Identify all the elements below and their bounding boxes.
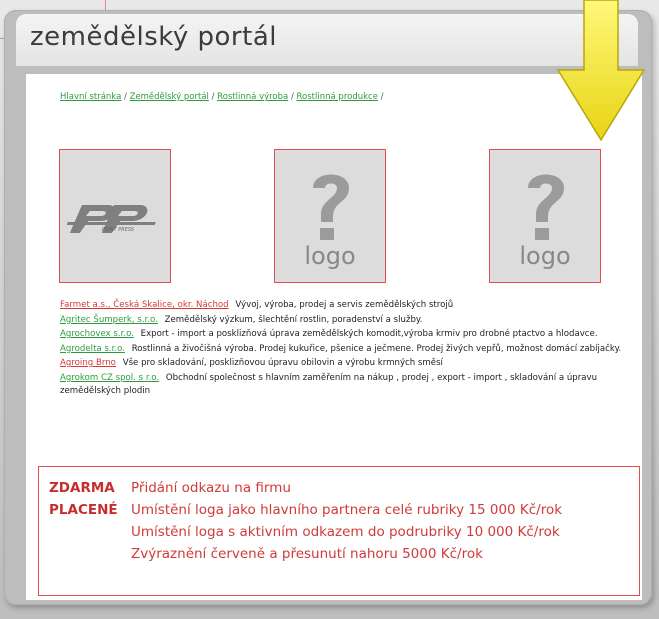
- pricing-box: ZDARMA Přidání odkazu na firmu PLACENÉ Umí…: [38, 466, 640, 596]
- pp-logo-icon: PRINT PRESS: [66, 205, 156, 233]
- partner-logo-print-press[interactable]: PRINT PRESS: [59, 149, 171, 283]
- pricing-row-paid: Umístění loga s aktivním odkazem do podr…: [131, 521, 560, 543]
- list-item: Agritec Šumperk, s.r.o. Zemědělský výzku…: [60, 314, 640, 327]
- paid-line: Umístění loga jako hlavního partnera cel…: [131, 502, 563, 518]
- firm-description: Vše pro skladování, posklizňovou úpravu …: [122, 358, 443, 368]
- list-item: Agroing Brno Vše pro skladování, poskliz…: [60, 357, 640, 370]
- breadcrumb-separator: /: [380, 92, 384, 102]
- free-text: Přidání odkazu na firmu: [131, 480, 291, 496]
- firm-description: Export - import a posklizňová úprava zem…: [140, 329, 598, 339]
- pricing-row-free: ZDARMA Přidání odkazu na firmu: [49, 477, 291, 499]
- portal-title: zemědělský portál: [30, 22, 277, 52]
- list-item: Farmet a.s., Česká Skalice, okr. Náchod …: [60, 299, 640, 312]
- firm-description: Rostlinná a živočišná výroba. Prodej kuk…: [131, 343, 622, 354]
- pricing-row-paid: PLACENÉ Umístění loga jako hlavního partn…: [49, 499, 562, 521]
- breadcrumb: Hlavní stránka / Zemědělský portál / Ros…: [60, 92, 384, 102]
- list-item: Agrodelta s.r.o. Rostlinná a živočišná v…: [60, 343, 640, 356]
- breadcrumb-link-plant-production[interactable]: Rostlinná výroba: [217, 92, 288, 102]
- breadcrumb-link-portal[interactable]: Zemědělský portál: [130, 92, 209, 102]
- firm-link-agrokom[interactable]: Agrokom CZ spol. s r.o.: [60, 373, 159, 383]
- logo-wordmark: PRINT PRESS: [102, 227, 135, 233]
- firm-description: Vývoj, výroba, prodej a servis zemědělsk…: [235, 300, 454, 310]
- content-panel: Hlavní stránka / Zemědělský portál / Ros…: [26, 74, 642, 600]
- pricing-row-paid: Zvýraznění červeně a přesunutí nahoru 50…: [131, 543, 483, 565]
- paid-line: Zvýraznění červeně a přesunutí nahoru 50…: [131, 546, 483, 562]
- firm-link-agrochovex[interactable]: Agrochovex s.r.o.: [60, 329, 134, 339]
- firm-link-agrodelta[interactable]: Agrodelta s.r.o.: [60, 344, 125, 354]
- paid-line: Umístění loga s aktivním odkazem do podr…: [131, 524, 560, 540]
- firm-description: Zemědělský výzkum, šlechtění rostlin, po…: [164, 314, 423, 325]
- logo-placeholder[interactable]: logo: [489, 149, 601, 283]
- list-item: Agrochovex s.r.o. Export - import a posk…: [60, 328, 640, 341]
- firm-list: Farmet a.s., Česká Skalice, okr. Náchod …: [60, 299, 640, 399]
- down-arrow-icon: [556, 0, 646, 142]
- paid-label: PLACENÉ: [49, 502, 118, 518]
- firm-link-agritec[interactable]: Agritec Šumperk, s.r.o.: [60, 315, 158, 325]
- free-label: ZDARMA: [49, 480, 115, 496]
- breadcrumb-link-crop-production[interactable]: Rostlinná produkce: [297, 92, 378, 102]
- logo-placeholder[interactable]: logo: [274, 149, 386, 283]
- logo-placeholder-label: logo: [519, 242, 571, 270]
- firm-link-farmet[interactable]: Farmet a.s., Česká Skalice, okr. Náchod: [60, 300, 229, 310]
- firm-link-agroing[interactable]: Agroing Brno: [60, 358, 116, 368]
- list-item: Agrokom CZ spol. s r.o. Obchodní společn…: [60, 372, 640, 398]
- breadcrumb-link-home[interactable]: Hlavní stránka: [60, 92, 121, 102]
- logo-placeholder-label: logo: [304, 242, 356, 270]
